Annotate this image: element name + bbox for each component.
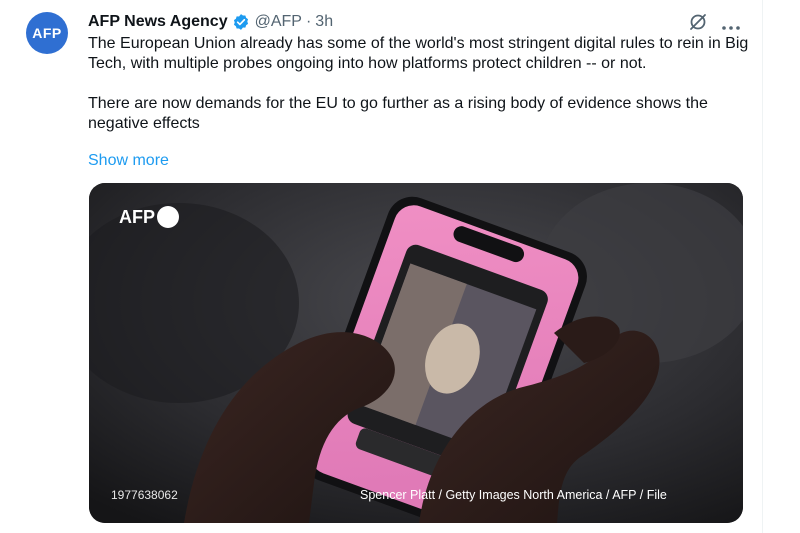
author-handle[interactable]: @AFP	[255, 13, 302, 31]
photo-id: 1977638062	[111, 488, 178, 502]
avatar-text: AFP	[32, 25, 62, 41]
separator-dot: ·	[305, 13, 312, 30]
afp-watermark: AFP	[119, 206, 179, 228]
grok-icon[interactable]	[688, 12, 708, 32]
avatar[interactable]: AFP	[26, 12, 68, 54]
more-icon[interactable]	[720, 18, 742, 30]
show-more-link[interactable]: Show more	[88, 152, 169, 170]
tweet-header: AFP News Agency @AFP · 3h	[88, 11, 333, 33]
watermark-text: AFP	[119, 206, 155, 227]
watermark-circle	[157, 206, 179, 228]
tweet-media[interactable]: AFP 1977638062 Spencer Platt / Getty Ima…	[89, 183, 743, 523]
tweet-paragraph-2: There are now demands for the EU to go f…	[88, 95, 708, 132]
author-name[interactable]: AFP News Agency	[88, 13, 228, 31]
verified-badge-icon[interactable]	[232, 13, 250, 31]
photo-credit: Spencer Platt / Getty Images North Ameri…	[360, 488, 667, 502]
tweet-paragraph-1: The European Union already has some of t…	[88, 35, 749, 72]
photo-illustration	[89, 183, 743, 523]
tweet-text: The European Union already has some of t…	[88, 34, 753, 134]
timestamp[interactable]: 3h	[315, 13, 333, 31]
timeline-border	[762, 0, 763, 533]
